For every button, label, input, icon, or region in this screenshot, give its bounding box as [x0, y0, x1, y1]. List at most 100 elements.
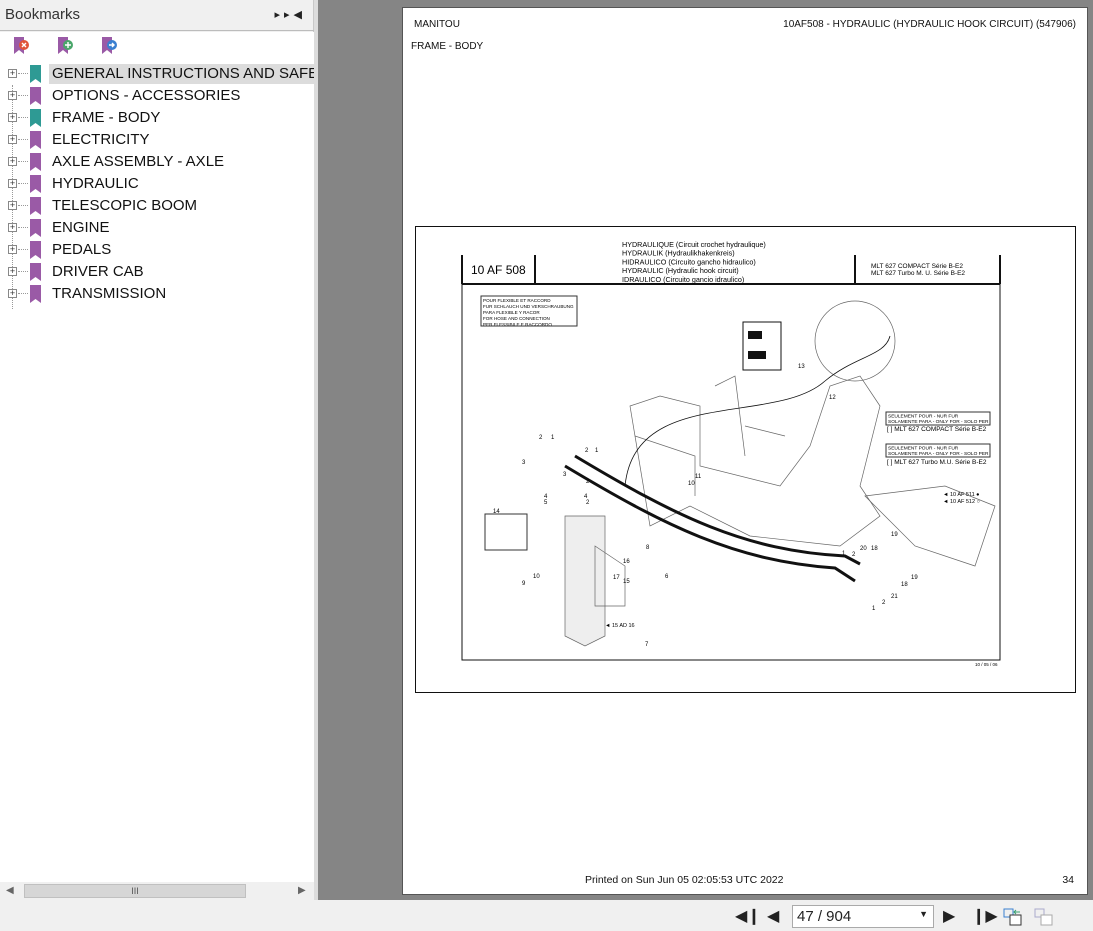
expand-icon[interactable]: +: [8, 201, 17, 210]
part-callout: 14: [493, 509, 500, 515]
last-page-icon[interactable]: ❙▶: [972, 906, 998, 926]
expand-icon[interactable]: +: [8, 91, 17, 100]
bookmark-item[interactable]: + ELECTRICITY: [0, 129, 314, 151]
ref-511: ◄ 10 AF 511 ●: [943, 492, 980, 498]
bookmark-label: FRAME - BODY: [52, 109, 161, 126]
drawing-date: 10 / 05 / 06: [975, 662, 998, 667]
doc-title: 10AF508 - HYDRAULIC (HYDRAULIC HOOK CIRC…: [783, 19, 1076, 30]
pdf-page: MANITOU 10AF508 - HYDRAULIC (HYDRAULIC H…: [402, 7, 1088, 895]
bookmark-icon: [30, 87, 41, 105]
scroll-left-icon[interactable]: ◀: [6, 885, 14, 896]
go-to-bookmark-icon[interactable]: [101, 36, 119, 56]
models-line: MLT 627 COMPACT Série B-E2: [871, 263, 963, 270]
scroll-right-icon[interactable]: ▶: [298, 885, 306, 896]
titles-line: HYDRAULIK (Hydraulikhakenkreis): [622, 249, 735, 258]
bookmark-icon: [30, 131, 41, 149]
part-callout: 21: [891, 594, 898, 600]
expand-icon[interactable]: +: [8, 245, 17, 254]
titles-line: HIDRAULICO (Circuito gancho hidraulico): [622, 257, 756, 266]
only-for-line: SEULEMENT POUR - NUR FUR: [888, 414, 959, 420]
bookmark-label: OPTIONS - ACCESSORIES: [52, 87, 241, 104]
part-callout: 13: [798, 364, 805, 370]
ref-512: ◄ 10 AF 512 ○: [943, 499, 980, 505]
part-callout: 18: [871, 546, 878, 552]
bookmark-icon: [30, 241, 41, 259]
models-line: MLT 627 Turbo M. U. Série B-E2: [871, 270, 965, 277]
expand-icon[interactable]: +: [8, 267, 17, 276]
expand-icon[interactable]: +: [8, 289, 17, 298]
bookmarks-panel: Bookmarks ▸▸◀ + GENERAL INSTRUCTIONS AND…: [0, 0, 341, 900]
section-title: FRAME - BODY: [411, 41, 484, 52]
titles-line: IDRAULICO (Circuito gancio idraulico): [622, 275, 744, 284]
bookmark-icon: [30, 109, 41, 127]
bookmark-icon: [30, 175, 41, 193]
hose-line: FOR HOSE AND CONNECTION: [483, 316, 550, 321]
bookmark-item[interactable]: + OPTIONS - ACCESSORIES: [0, 85, 314, 107]
add-bookmark-icon[interactable]: [57, 36, 75, 56]
part-callout: 16: [623, 559, 630, 565]
bookmark-item[interactable]: + FRAME - BODY: [0, 107, 314, 129]
brand: MANITOU: [414, 19, 460, 30]
part-callout: 10: [533, 574, 540, 580]
previous-view-icon[interactable]: [1003, 907, 1023, 926]
bookmark-label: PEDALS: [52, 241, 112, 258]
expand-icon[interactable]: +: [8, 113, 17, 122]
page-number-select[interactable]: 47 / 904 ▼: [792, 905, 934, 928]
bookmark-label: HYDRAULIC: [52, 175, 139, 192]
bookmark-icon: [30, 263, 41, 281]
bookmark-item[interactable]: + GENERAL INSTRUCTIONS AND SAFETY: [0, 63, 341, 85]
bookmark-label: DRIVER CAB: [52, 263, 144, 280]
expand-icon[interactable]: +: [8, 135, 17, 144]
expand-icon[interactable]: +: [8, 179, 17, 188]
bookmark-icon: [30, 219, 41, 237]
bookmarks-header: Bookmarks ▸▸◀: [0, 0, 314, 31]
collapse-panel-icon[interactable]: ◀: [294, 9, 306, 21]
part-callout: 12: [829, 395, 836, 401]
bookmark-item[interactable]: + DRIVER CAB: [0, 261, 314, 283]
options-icon[interactable]: ▸▸: [274, 9, 293, 21]
bookmark-label: ENGINE: [52, 219, 110, 236]
expand-icon[interactable]: +: [8, 223, 17, 232]
bookmark-item[interactable]: + AXLE ASSEMBLY - AXLE: [0, 151, 314, 173]
part-callout: 19: [911, 575, 918, 581]
remove-bookmark-icon[interactable]: [13, 36, 31, 56]
only-for-line: SOLAMENTE PARA - ONLY FOR - SOLO PER: [888, 419, 989, 425]
expand-icon[interactable]: +: [8, 69, 17, 78]
hose-line: FUR SCHLAUCH UND VERSCHRAUBUNG: [483, 304, 574, 309]
bookmark-label: AXLE ASSEMBLY - AXLE: [52, 153, 225, 170]
scroll-thumb[interactable]: III: [24, 884, 246, 898]
bookmark-item[interactable]: + PEDALS: [0, 239, 314, 261]
bookmark-label: TRANSMISSION: [52, 285, 167, 302]
printed-date: Printed on Sun Jun 05 02:05:53 UTC 2022: [585, 874, 784, 886]
bookmarks-title: Bookmarks: [5, 6, 81, 23]
variant-2: [ ] MLT 627 Turbo M.U. Série B-E2: [887, 459, 987, 466]
next-view-icon[interactable]: [1034, 907, 1054, 926]
part-callout: 11: [695, 474, 702, 480]
bookmark-item[interactable]: + ENGINE: [0, 217, 314, 239]
previous-page-icon[interactable]: ◀: [767, 906, 779, 926]
first-page-icon[interactable]: ◀❙: [735, 906, 761, 926]
chevron-down-icon[interactable]: ▼: [919, 909, 928, 919]
bookmark-icon: [30, 197, 41, 215]
bookmarks-tree: + GENERAL INSTRUCTIONS AND SAFETY + OPTIO…: [0, 32, 341, 882]
part-callout: 18: [901, 582, 908, 588]
page-number: 34: [1062, 874, 1074, 886]
drawing-code: 10 AF 508: [471, 263, 526, 277]
titles-line: HYDRAULIQUE (Circuit crochet hydraulique…: [622, 240, 766, 249]
bookmark-icon: [30, 153, 41, 171]
part-callout: 20: [860, 546, 867, 552]
only-for-line: SOLAMENTE PARA - ONLY FOR - SOLO PER: [888, 451, 989, 457]
expand-icon[interactable]: +: [8, 157, 17, 166]
bookmark-item[interactable]: + TRANSMISSION: [0, 283, 314, 305]
bookmark-icon: [30, 65, 41, 83]
bookmark-item[interactable]: + HYDRAULIC: [0, 173, 314, 195]
horizontal-scrollbar[interactable]: ◀ III ▶: [0, 882, 314, 900]
bookmark-item[interactable]: + TELESCOPIC BOOM: [0, 195, 314, 217]
next-page-icon[interactable]: ▶: [943, 906, 955, 926]
bookmark-label: ELECTRICITY: [52, 131, 150, 148]
only-for-line: SEULEMENT POUR - NUR FUR: [888, 446, 959, 452]
titles-line: HYDRAULIC (Hydraulic hook circuit): [622, 266, 739, 275]
hose-line: PARA FLEXIBLE Y RACOR: [483, 310, 540, 315]
bookmark-icon: [30, 285, 41, 303]
bookmark-label: GENERAL INSTRUCTIONS AND SAFETY: [49, 64, 341, 84]
